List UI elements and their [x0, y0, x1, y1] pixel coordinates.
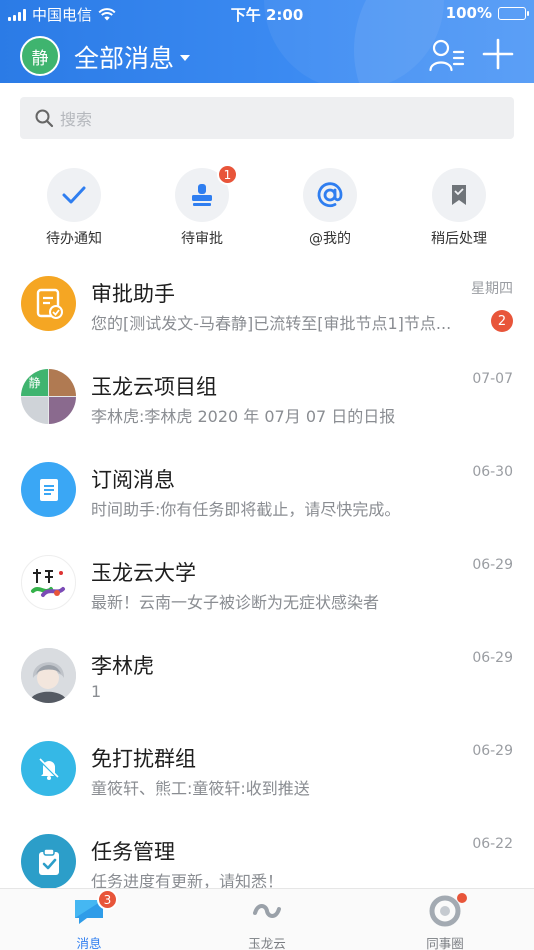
quick-action-label: 待办通知 [46, 231, 102, 247]
colleagues-dot-badge [457, 893, 467, 903]
message-title: 免打扰群组 [91, 747, 196, 771]
message-preview: 您的[测试发文-马春静]已流转至[审批节点1]节点... [91, 314, 452, 333]
quick-action-label: 稍后处理 [431, 231, 487, 247]
tab-label: 消息 [76, 936, 102, 950]
caret-down-icon [180, 55, 191, 61]
message-date: 06-29 [472, 650, 513, 666]
search-placeholder: 搜索 [60, 110, 93, 129]
mute-group-avatar [21, 741, 76, 796]
tab-yulongyun[interactable]: 玉龙云 [207, 895, 327, 950]
messages-tab-badge: 3 [97, 889, 118, 910]
tab-messages[interactable]: 3 消息 [29, 889, 149, 950]
search-input[interactable]: 搜索 [20, 97, 514, 139]
message-preview: 1 [91, 682, 102, 701]
tab-label: 玉龙云 [248, 936, 286, 950]
battery-percent: 100% [445, 4, 492, 22]
cloud-logo-icon [253, 904, 281, 918]
message-preview: 李林虎:李林虎 2020 年 07月 07 日的日报 [91, 407, 396, 426]
person-avatar [21, 648, 76, 703]
list-item[interactable]: 玉龙云大学 最新！云南一女子被诊断为无症状感染者 06-29 [0, 541, 534, 634]
message-preview: 童筱轩、熊工:童筱轩:收到推送 [91, 779, 310, 798]
quick-action-label: @我的 [309, 231, 351, 247]
status-bar: 中国电信 下午 2:00 100% [0, 0, 534, 26]
message-title: 李林虎 [91, 654, 154, 678]
message-preview: 最新！云南一女子被诊断为无症状感染者 [91, 593, 380, 612]
user-avatar[interactable]: 静 [20, 36, 60, 76]
group-avatar: 静 [21, 369, 76, 424]
message-date: 06-29 [472, 557, 513, 573]
approval-badge: 1 [217, 164, 238, 185]
message-title: 玉龙云大学 [91, 561, 196, 585]
contacts-icon[interactable] [429, 38, 465, 72]
check-icon [62, 186, 86, 204]
quick-action-label: 待审批 [181, 231, 223, 247]
list-item[interactable]: 静 玉龙云项目组 李林虎:李林虎 2020 年 07月 07 日的日报 07-0… [0, 355, 534, 448]
quick-actions: 待办通知 1 待审批 @我的 稍后处理 [0, 164, 534, 248]
document-approval-icon [36, 288, 63, 319]
colleagues-circle-icon [429, 895, 461, 927]
list-item[interactable]: 订阅消息 时间助手:你有任务即将截止，请尽快完成。 06-30 [0, 448, 534, 541]
message-title: 玉龙云项目组 [91, 375, 217, 399]
message-date: 07-07 [472, 371, 513, 387]
university-avatar [21, 555, 76, 610]
list-item[interactable]: 审批助手 您的[测试发文-马春静]已流转至[审批节点1]节点... 星期四 2 [0, 262, 534, 355]
group-member-avatar [21, 397, 48, 424]
message-date: 星期四 [471, 281, 513, 297]
search-icon [35, 109, 54, 128]
task-avatar [21, 834, 76, 889]
tab-colleagues[interactable]: 同事圈 [385, 893, 505, 950]
document-icon [39, 478, 58, 501]
at-icon [317, 182, 343, 208]
nav-bar: 静 全部消息 [0, 30, 534, 80]
quick-action-mentions[interactable]: @我的 [280, 168, 380, 248]
list-item[interactable]: 免打扰群组 童筱轩、熊工:童筱轩:收到推送 06-29 [0, 727, 534, 820]
message-date: 06-29 [472, 743, 513, 759]
add-icon[interactable] [482, 38, 514, 70]
clipboard-check-icon [38, 847, 59, 875]
battery-icon [498, 6, 529, 20]
person-photo-icon [21, 648, 76, 703]
message-title: 任务管理 [91, 840, 175, 864]
message-title: 订阅消息 [91, 468, 175, 492]
approval-assistant-avatar [21, 276, 76, 331]
group-member-avatar [49, 397, 76, 424]
bookmark-icon [452, 185, 466, 205]
tab-label: 同事圈 [426, 936, 464, 950]
stamp-icon [192, 184, 212, 206]
message-preview: 时间助手:你有任务即将截止，请尽快完成。 [91, 500, 401, 519]
list-item[interactable]: 李林虎 1 06-29 [0, 634, 534, 727]
quick-action-later[interactable]: 稍后处理 [409, 168, 509, 248]
message-date: 06-30 [472, 464, 513, 480]
university-logo-icon [30, 568, 65, 597]
message-date: 06-22 [472, 836, 513, 852]
group-member-avatar: 静 [21, 369, 48, 396]
subscription-avatar [21, 462, 76, 517]
message-title: 审批助手 [91, 282, 175, 306]
quick-action-approval[interactable]: 1 待审批 [152, 164, 252, 248]
unread-badge: 2 [491, 310, 513, 332]
group-member-avatar [49, 369, 76, 396]
message-filter-dropdown[interactable]: 全部消息 [74, 39, 191, 75]
tab-bar: 3 消息 玉龙云 同事圈 [0, 888, 534, 950]
top-header: 中国电信 下午 2:00 100% 静 全部消息 [0, 0, 534, 83]
bell-off-icon [38, 757, 59, 780]
quick-action-todo[interactable]: 待办通知 [24, 168, 124, 248]
page-title: 全部消息 [74, 44, 175, 73]
